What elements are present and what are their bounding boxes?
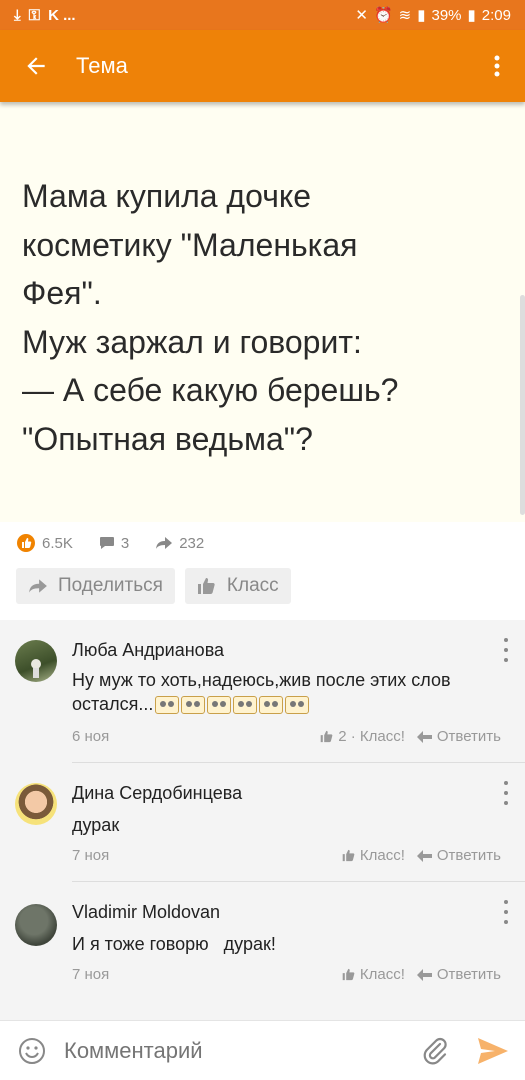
emoji-icon — [285, 696, 310, 715]
comment-icon — [99, 537, 114, 549]
key-icon: ⚿ — [28, 6, 41, 24]
like-label: Класс — [226, 575, 279, 596]
comment-text: Ну муж то хоть,надеюсь,жив после этих сл… — [72, 670, 451, 715]
post-stats: 6.5K 3 232 — [16, 533, 220, 553]
comment-like-button[interactable]: 2 · Класс! — [320, 728, 405, 745]
emoji-icon — [181, 696, 206, 715]
app-bar: Тема — [0, 30, 525, 102]
avatar[interactable] — [15, 783, 57, 825]
comment-reply-button[interactable]: Ответить — [416, 966, 501, 983]
comment-reply-label: Ответить — [436, 966, 501, 983]
comment-date: 7 ноя — [72, 847, 110, 864]
comment-menu-button[interactable] — [501, 781, 511, 805]
share-icon — [29, 579, 47, 593]
share-label: Поделиться — [58, 575, 163, 596]
comment-input-bar — [0, 1020, 525, 1080]
avatar-photo-icon — [31, 659, 41, 678]
comment-reply-label: Ответить — [436, 728, 501, 745]
emoji-button[interactable] — [0, 1037, 64, 1065]
comment-like-label: Класс! — [359, 966, 405, 983]
emoji-icon — [155, 696, 180, 715]
like-badge-icon — [17, 534, 35, 552]
comment-text: дурак — [72, 815, 120, 835]
like-button[interactable]: Класс — [184, 568, 291, 604]
comment-like-button[interactable]: Класс! — [342, 966, 405, 983]
thumbs-up-icon — [197, 578, 215, 594]
comment-date: 7 ноя — [72, 966, 110, 983]
smile-icon — [19, 1037, 45, 1064]
comment-date: 6 ноя — [72, 728, 110, 745]
comment-menu-button[interactable] — [501, 638, 511, 662]
comment-like-label: 2 · Класс! — [338, 728, 405, 745]
back-arrow-icon — [27, 57, 45, 75]
comments-count: 3 — [120, 534, 130, 552]
mute-icon: ✕ — [355, 7, 368, 24]
share-button[interactable]: Поделиться — [16, 568, 175, 604]
emoji-icon — [233, 696, 258, 715]
comment-item: Дина Сердобинцева дурак 7 ноя Класс! Отв… — [0, 763, 525, 882]
thumbs-up-icon — [342, 849, 355, 862]
more-options-button[interactable] — [469, 30, 525, 102]
comment-reply-button[interactable]: Ответить — [416, 847, 501, 864]
comment-item: Люба Андрианова Ну муж то хоть,надеюсь,ж… — [0, 620, 525, 763]
attach-button[interactable] — [409, 1037, 461, 1065]
avatar[interactable] — [15, 904, 57, 946]
send-button[interactable] — [461, 1037, 525, 1065]
likes-stat[interactable]: 6.5K — [16, 533, 73, 553]
comment-reply-label: Ответить — [436, 847, 501, 864]
page-title: Тема — [76, 53, 128, 78]
comment-input[interactable] — [64, 1037, 409, 1064]
post-text: Мама купила дочке косметику "Маленькая Ф… — [22, 178, 399, 457]
comment-menu-button[interactable] — [501, 900, 511, 924]
battery-icon: ▮ — [467, 7, 476, 24]
alarm-icon: ⏰ — [373, 7, 393, 24]
avatar[interactable] — [15, 640, 57, 682]
thumbs-up-icon — [320, 730, 333, 743]
send-icon — [478, 1037, 508, 1064]
shares-count: 232 — [179, 534, 205, 552]
likes-count: 6.5K — [42, 534, 73, 552]
comment-author[interactable]: Дина Сердобинцева — [72, 783, 242, 804]
battery-percent: 39% — [431, 6, 462, 24]
emoji-icon — [207, 696, 232, 715]
signal-icon: ▮ — [417, 7, 426, 24]
comments-stat[interactable]: 3 — [99, 535, 129, 552]
clock: 2:09 — [481, 6, 511, 24]
post-actions: Поделиться Класс — [16, 568, 291, 604]
comments-section: Люба Андрианова Ну муж то хоть,надеюсь,ж… — [0, 620, 525, 1020]
comment-like-button[interactable]: Класс! — [342, 847, 405, 864]
wifi-icon: ≋ — [398, 7, 412, 24]
more-vert-icon — [494, 55, 500, 77]
comment-like-label: Класс! — [359, 847, 405, 864]
post-card: Мама купила дочке косметику "Маленькая Ф… — [0, 102, 525, 522]
thumbs-up-icon — [342, 968, 355, 981]
share-arrow-icon — [156, 537, 173, 549]
comment-item: Vladimir Moldovan И я тоже говорю дурак!… — [0, 882, 525, 1012]
back-button[interactable] — [0, 30, 72, 102]
reply-icon — [416, 968, 432, 981]
comment-text: И я тоже говорю дурак! — [72, 934, 276, 954]
comment-author[interactable]: Люба Андрианова — [72, 640, 224, 661]
download-icon: ⤓ — [14, 6, 21, 24]
status-left-text: K ... — [48, 6, 76, 24]
comment-reply-button[interactable]: Ответить — [416, 728, 501, 745]
reply-icon — [416, 849, 432, 862]
reply-icon — [416, 730, 432, 743]
comment-author[interactable]: Vladimir Moldovan — [72, 902, 220, 923]
scrollbar[interactable] — [520, 295, 525, 515]
paperclip-icon — [423, 1037, 447, 1064]
status-bar: ⤓ ⚿ K ... ✕ ⏰ ≋ ▮ 39% ▮ 2:09 — [0, 0, 525, 30]
shares-stat[interactable]: 232 — [155, 535, 204, 552]
emoji-icon — [259, 696, 284, 715]
